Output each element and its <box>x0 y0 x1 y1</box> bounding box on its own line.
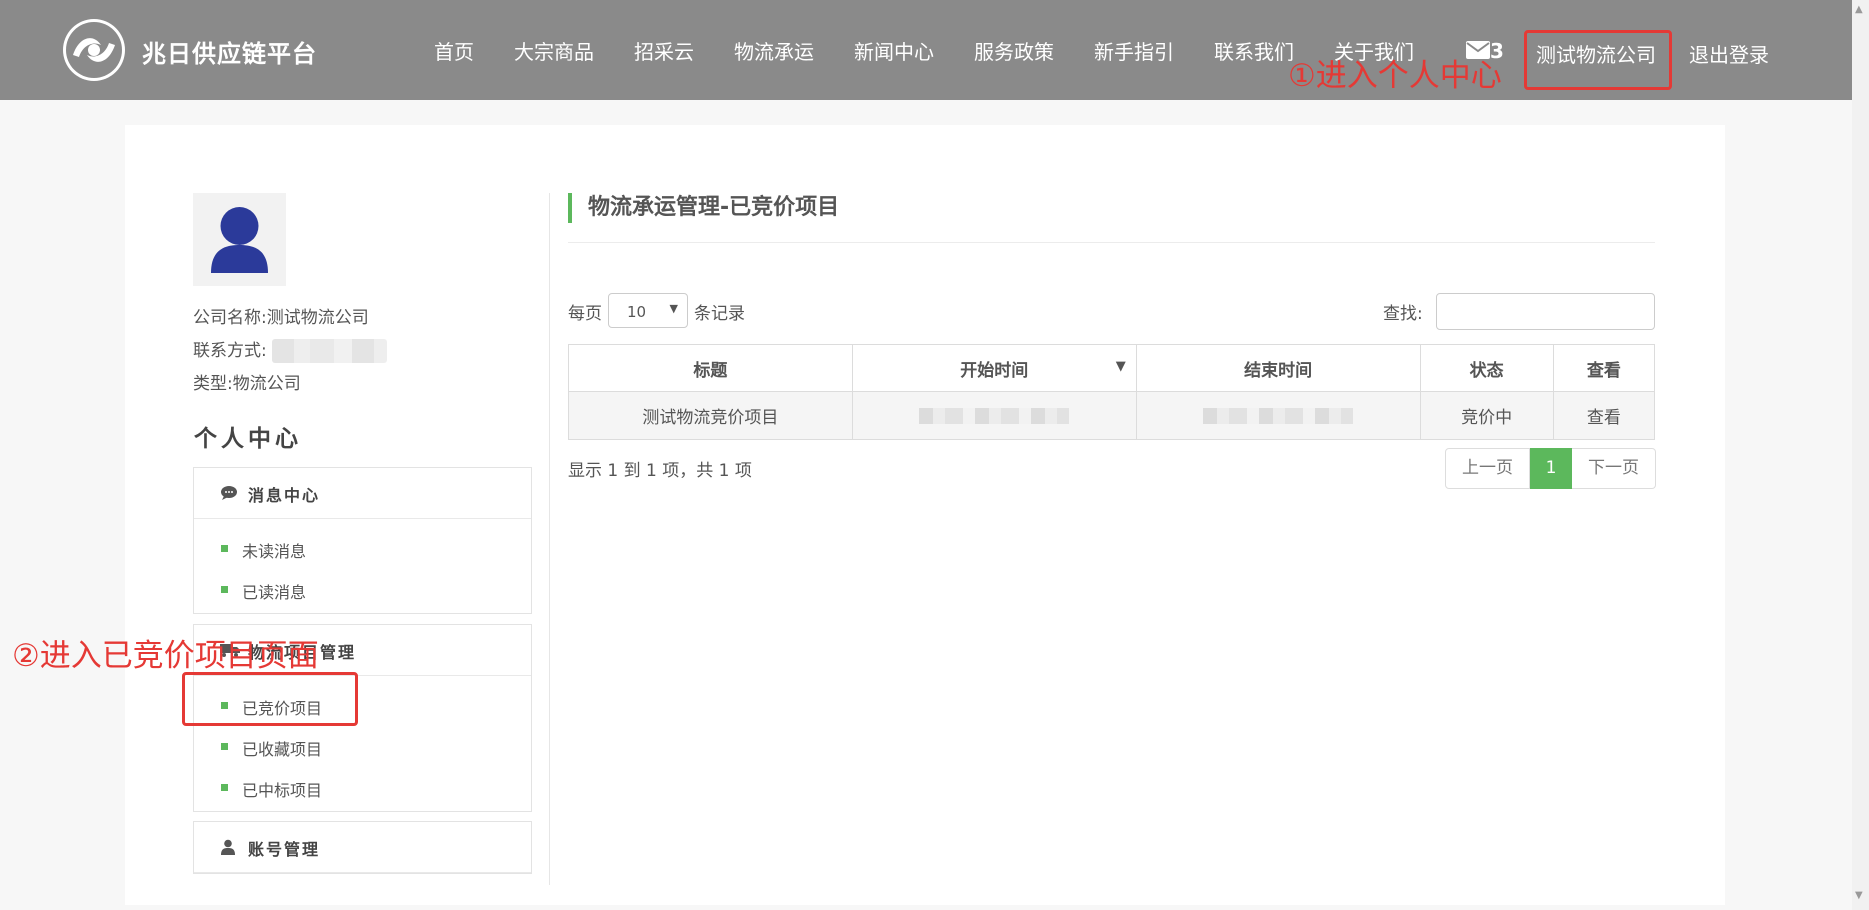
nav-logistics[interactable]: 物流承运 <box>734 36 814 65</box>
dropdown-arrow-icon: ▼ <box>669 302 678 315</box>
type-value: 物流公司 <box>232 374 301 394</box>
end-time-redacted <box>1203 407 1354 424</box>
panel-title: 消息中心 <box>248 486 321 505</box>
column-header-start-time[interactable]: 开始时间 ▼ <box>851 344 1137 392</box>
bullet-icon <box>221 784 228 791</box>
nav-home[interactable]: 首页 <box>434 36 474 65</box>
start-time-redacted <box>919 407 1070 424</box>
platform-logo-icon[interactable] <box>63 19 125 81</box>
scroll-up-icon[interactable]: ▲ <box>1855 4 1863 15</box>
nav-guide[interactable]: 新手指引 <box>1094 36 1174 65</box>
cell-title: 测试物流竞价项目 <box>568 391 853 440</box>
nav-commodities[interactable]: 大宗商品 <box>514 36 594 65</box>
logout-link[interactable]: 退出登录 <box>1689 39 1769 68</box>
sidebar-item-label: 已读消息 <box>242 583 307 602</box>
per-page-label: 每页 <box>568 304 602 324</box>
annotation-step2: ②进入已竞价项目页面 <box>12 638 319 674</box>
sidebar-item-label: 已收藏项目 <box>242 740 323 759</box>
contact-row: 联系方式: <box>193 336 388 363</box>
column-header-status[interactable]: 状态 <box>1419 344 1554 392</box>
per-page-select[interactable]: 10 ▼ <box>608 293 688 328</box>
column-header-end-time[interactable]: 结束时间 <box>1135 344 1421 392</box>
column-header-view[interactable]: 查看 <box>1552 344 1656 392</box>
company-name-value: 测试物流公司 <box>266 308 369 328</box>
contact-value-redacted <box>272 339 388 363</box>
next-page-button[interactable]: 下一页 <box>1572 448 1656 489</box>
vertical-scrollbar[interactable] <box>1852 0 1869 910</box>
account-management-panel: 账号管理 <box>193 821 532 874</box>
personal-center-title: 个人中心 <box>194 425 302 452</box>
bid-projects-table: 标题 开始时间 ▼ 结束时间 状态 查看 测试物流竞价项目 竞价中 查看 <box>568 344 1656 440</box>
annotation-step1: ①进入个人中心 <box>1288 58 1502 94</box>
type-label: 类型: <box>193 374 233 394</box>
panel-header[interactable]: 账号管理 <box>194 822 531 873</box>
column-divider <box>549 193 550 885</box>
sidebar-item-won-projects[interactable]: 已中标项目 <box>194 770 531 811</box>
cell-end-time <box>1135 391 1421 440</box>
sort-desc-icon: ▼ <box>1115 359 1126 374</box>
annotation-highlight-box <box>1524 30 1672 90</box>
cell-status: 竞价中 <box>1419 391 1554 440</box>
page-1-button[interactable]: 1 <box>1530 448 1572 489</box>
per-page-value: 10 <box>627 303 647 321</box>
table-row: 测试物流竞价项目 竞价中 查看 <box>568 391 1656 440</box>
panel-header[interactable]: 消息中心 <box>194 468 531 519</box>
bullet-icon <box>221 743 228 750</box>
nav-contact[interactable]: 联系我们 <box>1214 36 1294 65</box>
company-name-label: 公司名称: <box>193 308 267 328</box>
message-center-panel: 消息中心 未读消息 已读消息 <box>193 467 532 614</box>
scroll-down-icon[interactable]: ▼ <box>1855 890 1863 901</box>
sidebar-item-label: 已中标项目 <box>242 781 323 800</box>
sidebar-item-unread[interactable]: 未读消息 <box>194 531 531 572</box>
sidebar-item-favorite-projects[interactable]: 已收藏项目 <box>194 729 531 770</box>
column-header-title[interactable]: 标题 <box>568 344 853 392</box>
column-header-label: 开始时间 <box>960 360 1029 381</box>
bullet-icon <box>221 545 228 552</box>
annotation-highlight-box <box>182 672 358 726</box>
nav-procurement[interactable]: 招采云 <box>634 36 694 65</box>
type-row: 类型:物流公司 <box>193 369 301 394</box>
nav-policy[interactable]: 服务政策 <box>974 36 1054 65</box>
prev-page-button[interactable]: 上一页 <box>1445 448 1530 489</box>
search-label: 查找: <box>1383 304 1423 324</box>
cell-start-time <box>851 391 1137 440</box>
chat-bubble-icon <box>220 485 238 505</box>
pagination: 上一页 1 下一页 <box>1445 448 1656 489</box>
contact-label: 联系方式: <box>193 341 267 361</box>
sidebar-item-read[interactable]: 已读消息 <box>194 572 531 613</box>
table-summary: 显示 1 到 1 项，共 1 项 <box>568 461 752 481</box>
user-avatar-icon <box>193 193 286 286</box>
user-icon <box>220 839 236 859</box>
search-input[interactable] <box>1436 293 1655 330</box>
panel-title: 账号管理 <box>248 840 321 859</box>
sidebar-item-label: 未读消息 <box>242 542 307 561</box>
title-divider <box>568 242 1655 243</box>
page-title: 物流承运管理-已竞价项目 <box>568 193 839 223</box>
nav-news[interactable]: 新闻中心 <box>854 36 934 65</box>
brand-name: 兆日供应链平台 <box>142 40 317 68</box>
view-link[interactable]: 查看 <box>1552 391 1656 440</box>
records-label: 条记录 <box>694 304 745 324</box>
company-name-row: 公司名称:测试物流公司 <box>193 303 369 328</box>
bullet-icon <box>221 586 228 593</box>
